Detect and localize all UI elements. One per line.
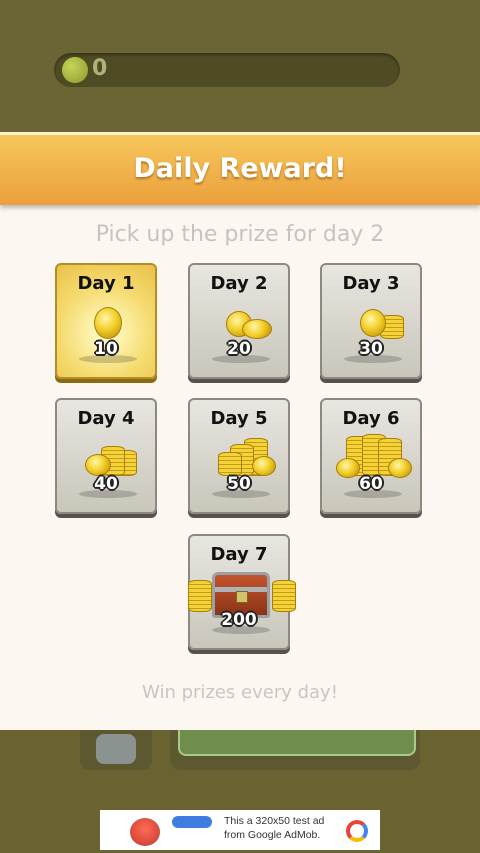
reward-amount: 200 bbox=[221, 610, 257, 630]
dialog-header: Daily Reward! bbox=[0, 132, 480, 205]
ad-banner[interactable]: This a 320x50 test ad from Google AdMob. bbox=[100, 810, 380, 850]
day-label: Day 1 bbox=[77, 273, 135, 294]
dialog-title: Daily Reward! bbox=[133, 153, 347, 184]
coin-counter: 0 bbox=[54, 53, 400, 87]
day-7-card[interactable]: Day 7 200 bbox=[188, 534, 296, 650]
day-6-card[interactable]: Day 6 60 bbox=[320, 398, 422, 514]
admob-logo-icon bbox=[346, 820, 368, 842]
reward-amount: 10 bbox=[94, 339, 118, 359]
reward-amount: 50 bbox=[227, 474, 251, 494]
day-label: Day 5 bbox=[210, 408, 268, 429]
daily-reward-dialog: Daily Reward! Pick up the prize for day … bbox=[0, 132, 480, 730]
day-2-card[interactable]: Day 2 20 bbox=[188, 263, 290, 379]
day-4-card[interactable]: Day 4 40 bbox=[55, 398, 157, 514]
dialog-footer: Win prizes every day! bbox=[142, 682, 338, 703]
dialog-subtitle: Pick up the prize for day 2 bbox=[95, 222, 385, 247]
coin-count: 0 bbox=[92, 56, 108, 81]
day-1-card[interactable]: Day 1 10 bbox=[55, 263, 157, 379]
character-icon bbox=[96, 734, 136, 764]
reward-amount: 30 bbox=[359, 339, 383, 359]
ad-badge bbox=[172, 816, 212, 828]
reward-amount: 20 bbox=[227, 339, 251, 359]
reward-amount: 60 bbox=[359, 474, 383, 494]
day-label: Day 6 bbox=[342, 408, 400, 429]
day-5-card[interactable]: Day 5 50 bbox=[188, 398, 290, 514]
background-character-button bbox=[80, 730, 152, 770]
day-label: Day 4 bbox=[77, 408, 135, 429]
ad-text: This a 320x50 test ad from Google AdMob. bbox=[224, 815, 325, 841]
day-label: Day 7 bbox=[210, 544, 268, 565]
day-3-card[interactable]: Day 3 30 bbox=[320, 263, 422, 379]
coin-icon bbox=[62, 57, 88, 83]
ad-mascot-image bbox=[130, 818, 160, 846]
day-label: Day 3 bbox=[342, 273, 400, 294]
background-play-button bbox=[170, 730, 420, 770]
reward-amount: 40 bbox=[94, 474, 118, 494]
day-label: Day 2 bbox=[210, 273, 268, 294]
